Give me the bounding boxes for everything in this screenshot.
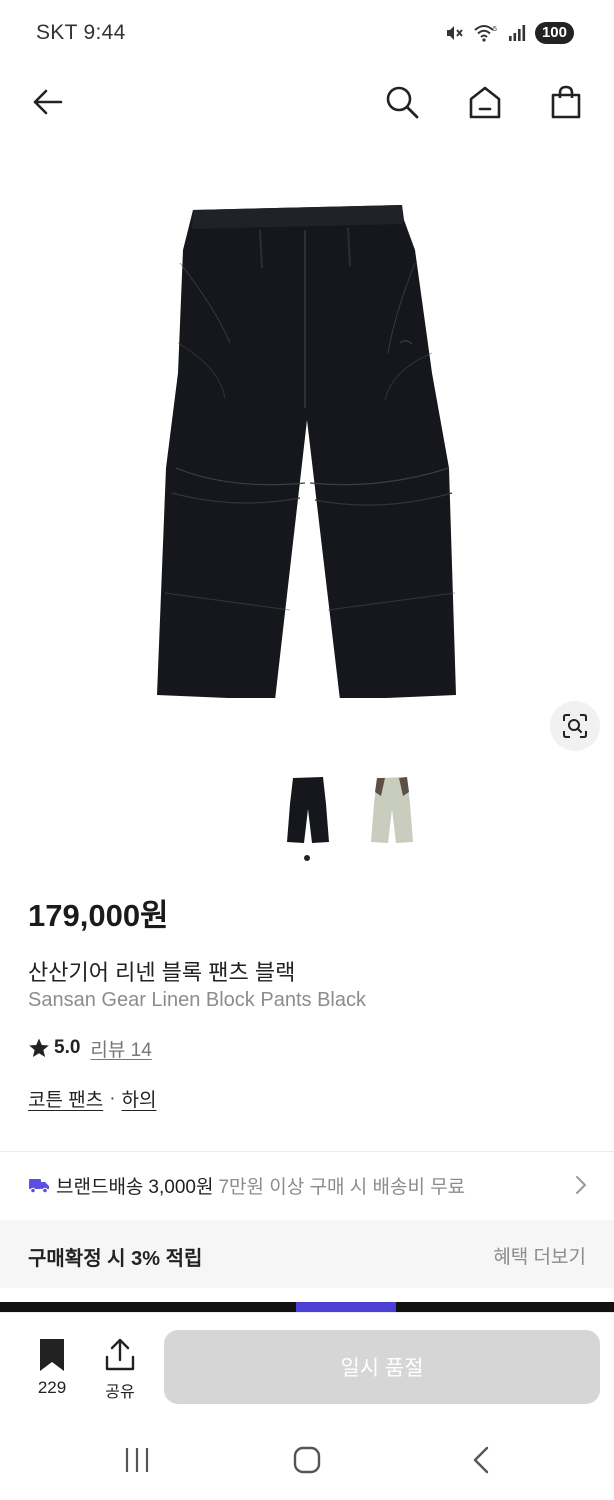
product-image-carousel[interactable] bbox=[0, 138, 614, 763]
more-benefits-link[interactable]: 혜택 더보기 bbox=[493, 1242, 586, 1269]
home-button[interactable] bbox=[463, 80, 507, 124]
bookmark-icon bbox=[40, 1339, 64, 1371]
shopping-bag-icon bbox=[551, 85, 581, 119]
rating-score: 5.0 bbox=[54, 1037, 81, 1058]
back-arrow-icon bbox=[33, 89, 63, 115]
status-icons: 5 100 bbox=[444, 20, 574, 46]
system-home-icon bbox=[293, 1446, 321, 1474]
points-reward-label: 구매확정 시 3% 적립 bbox=[28, 1248, 203, 1270]
signal-icon bbox=[508, 25, 526, 41]
category-link[interactable]: 코튼 팬츠 bbox=[28, 1085, 103, 1112]
battery-icon: 100 bbox=[534, 22, 574, 44]
chevron-right-icon bbox=[576, 1176, 587, 1194]
status-time: SKT 9:44 bbox=[36, 21, 126, 45]
rating-row: 5.0 리뷰 14 bbox=[28, 1035, 152, 1061]
system-back-button[interactable] bbox=[461, 1443, 501, 1477]
free-shipping-note: 7만원 이상 구매 시 배송비 무료 bbox=[218, 1176, 466, 1198]
search-icon bbox=[386, 86, 419, 119]
status-bar: SKT 9:44 5 100 bbox=[0, 0, 614, 66]
svg-text:5: 5 bbox=[493, 26, 497, 33]
subcategory-link[interactable]: 하의 bbox=[122, 1085, 157, 1112]
product-name-english: Sansan Gear Linen Block Pants Black bbox=[28, 989, 366, 1011]
image-search-button[interactable] bbox=[550, 701, 600, 751]
category-separator: · bbox=[109, 1087, 116, 1109]
color-thumbnails bbox=[0, 770, 614, 865]
share-label: 공유 bbox=[105, 1384, 135, 1401]
delivery-truck-icon bbox=[29, 1179, 49, 1194]
sold-out-button[interactable]: 일시 품절 bbox=[164, 1330, 600, 1404]
lens-search-icon bbox=[563, 714, 587, 738]
search-button[interactable] bbox=[380, 80, 424, 124]
share-button[interactable]: 공유 bbox=[100, 1338, 140, 1402]
bottom-bar-divider bbox=[0, 1312, 614, 1313]
promo-banner-accent bbox=[296, 1302, 396, 1312]
shipping-info-row[interactable]: 브랜드배송 3,000원 7만원 이상 구매 시 배송비 무료 bbox=[0, 1152, 614, 1218]
promo-banner-strip bbox=[0, 1302, 614, 1312]
product-image-pants-black bbox=[157, 205, 456, 698]
bottom-action-bar: 229 공유 일시 품절 bbox=[0, 1312, 614, 1417]
shipping-type-label: 브랜드배송 bbox=[56, 1176, 144, 1198]
cart-button[interactable] bbox=[544, 80, 588, 124]
thumbnail-black[interactable] bbox=[283, 774, 333, 844]
selected-indicator-dot bbox=[304, 855, 310, 861]
clock-label: 9:44 bbox=[83, 21, 126, 44]
system-back-icon bbox=[473, 1446, 489, 1474]
thumbnail-khaki[interactable] bbox=[367, 774, 417, 844]
bookmark-count: 229 bbox=[37, 1378, 67, 1397]
mute-icon bbox=[446, 26, 463, 40]
carrier-label: SKT bbox=[36, 21, 78, 44]
benefit-row: 구매확정 시 3% 적립 혜택 더보기 bbox=[0, 1220, 614, 1288]
home-icon bbox=[469, 86, 501, 119]
shipping-fee: 3,000원 bbox=[148, 1176, 214, 1198]
top-nav bbox=[0, 66, 614, 138]
category-breadcrumb: 코튼 팬츠 · 하의 bbox=[28, 1085, 157, 1112]
back-button[interactable] bbox=[25, 80, 69, 124]
star-icon bbox=[29, 1038, 49, 1057]
product-price: 179,000원 bbox=[28, 898, 169, 933]
wifi-icon: 5 bbox=[474, 25, 497, 42]
system-home-button[interactable] bbox=[287, 1443, 327, 1477]
system-nav-bar bbox=[0, 1417, 614, 1500]
review-link[interactable]: 리뷰 14 bbox=[90, 1035, 151, 1062]
share-icon bbox=[105, 1338, 135, 1371]
thumbnail-image-khaki bbox=[371, 777, 413, 843]
recent-apps-button[interactable] bbox=[117, 1443, 157, 1477]
recent-apps-icon bbox=[125, 1448, 149, 1472]
product-name-korean: 산산기어 리넨 블록 팬츠 블랙 bbox=[28, 960, 296, 985]
bookmark-button[interactable]: 229 bbox=[30, 1338, 74, 1398]
thumbnail-image-black bbox=[287, 777, 329, 843]
